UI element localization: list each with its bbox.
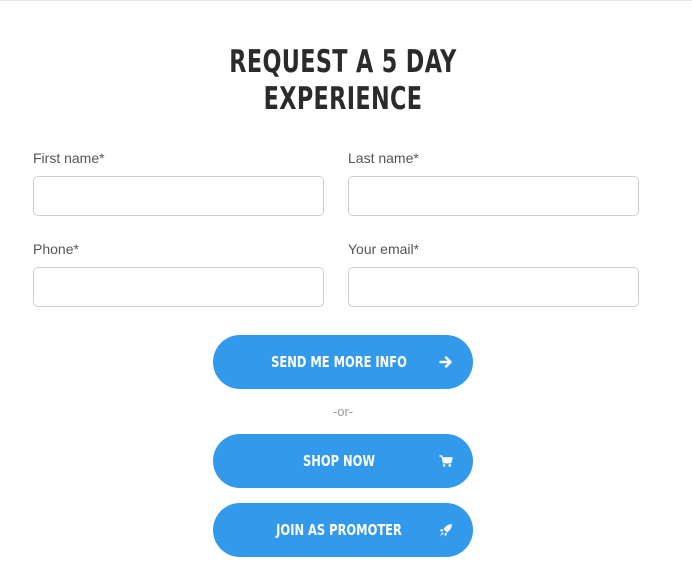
first-name-label: First name*	[33, 150, 105, 166]
email-field-group: Your email*	[348, 241, 639, 307]
shop-now-button[interactable]: SHOP NOW	[213, 434, 473, 488]
email-label: Your email*	[348, 241, 420, 257]
send-more-info-label: SEND ME MORE INFO	[271, 353, 407, 371]
shopping-cart-icon	[439, 455, 453, 467]
send-more-info-button[interactable]: SEND ME MORE INFO	[213, 335, 473, 389]
last-name-input[interactable]	[348, 176, 639, 216]
last-name-label: Last name*	[348, 150, 419, 166]
phone-field-group: Phone*	[33, 241, 324, 307]
or-separator: -or-	[332, 404, 354, 419]
page-title-line-1: REQUEST A 5 DAY	[229, 44, 457, 80]
arrow-right-icon	[439, 356, 452, 368]
first-name-input[interactable]	[33, 176, 324, 216]
phone-label: Phone*	[33, 241, 79, 257]
page-title: REQUEST A 5 DAY EXPERIENCE	[96, 44, 590, 118]
join-as-promoter-label: JOIN AS PROMOTER	[276, 521, 402, 539]
phone-input[interactable]	[33, 267, 324, 307]
shop-now-label: SHOP NOW	[302, 452, 376, 470]
email-input[interactable]	[348, 267, 639, 307]
first-name-field-group: First name*	[33, 150, 324, 216]
rocket-icon	[439, 524, 452, 537]
page-title-line-2: EXPERIENCE	[263, 81, 423, 117]
last-name-field-group: Last name*	[348, 150, 639, 216]
top-divider	[0, 0, 692, 1]
join-as-promoter-button[interactable]: JOIN AS PROMOTER	[213, 503, 473, 557]
